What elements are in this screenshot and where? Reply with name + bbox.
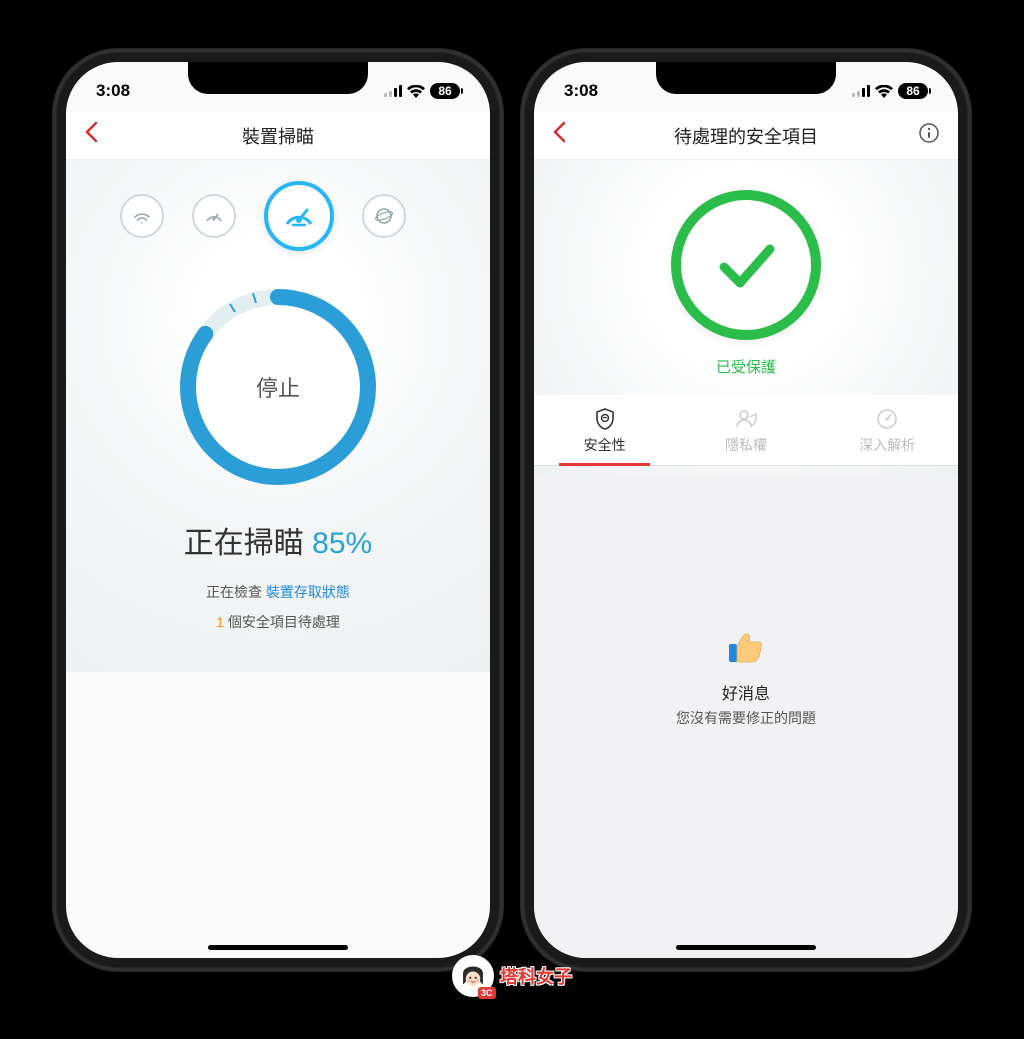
gauge-icon bbox=[817, 407, 958, 431]
good-news-subtitle: 您沒有需要修正的問題 bbox=[534, 708, 958, 728]
tab-analysis[interactable]: 深入解析 bbox=[817, 395, 958, 465]
stop-button-label[interactable]: 停止 bbox=[173, 282, 383, 492]
battery-icon: 86 bbox=[430, 83, 460, 99]
pending-line: 1 個安全項目待處理 bbox=[66, 612, 490, 632]
phone-frame-right: 3:08 86 待處理的安全項目 bbox=[522, 50, 970, 970]
notch bbox=[188, 62, 368, 94]
protected-check-icon bbox=[671, 190, 821, 340]
status-time: 3:08 bbox=[96, 81, 130, 101]
back-button[interactable] bbox=[552, 121, 566, 150]
watermark-badge: 3C bbox=[478, 987, 496, 999]
wifi-icon bbox=[407, 85, 425, 98]
home-indicator[interactable] bbox=[208, 945, 348, 950]
wifi-scan-icon bbox=[120, 194, 164, 238]
nav-bar: 待處理的安全項目 bbox=[534, 112, 958, 160]
thumbs-up-icon bbox=[725, 626, 767, 668]
scan-hero: 停止 正在掃瞄 85% 正在檢查 裝置存取狀態 1 個安全項目待處理 bbox=[66, 160, 490, 672]
status-time: 3:08 bbox=[564, 81, 598, 101]
signal-icon bbox=[852, 85, 870, 97]
scan-status-text: 正在掃瞄 85% bbox=[66, 518, 490, 562]
watermark: 3C 塔科女子 bbox=[452, 955, 572, 997]
back-button[interactable] bbox=[84, 121, 98, 150]
wifi-icon bbox=[875, 85, 893, 98]
info-button[interactable] bbox=[918, 122, 940, 149]
home-indicator[interactable] bbox=[676, 945, 816, 950]
battery-icon: 86 bbox=[898, 83, 928, 99]
nav-bar: 裝置掃瞄 bbox=[66, 112, 490, 160]
protected-label: 已受保護 bbox=[534, 356, 958, 377]
good-news-title: 好消息 bbox=[534, 680, 958, 704]
shield-icon bbox=[534, 407, 675, 431]
checking-line: 正在檢查 裝置存取狀態 bbox=[66, 582, 490, 602]
page-title: 裝置掃瞄 bbox=[242, 123, 314, 149]
scan-category-icons bbox=[66, 180, 490, 252]
gauge-scan-icon bbox=[192, 194, 236, 238]
tab-label: 深入解析 bbox=[817, 435, 958, 455]
watermark-text: 塔科女子 bbox=[500, 963, 572, 989]
tab-privacy[interactable]: 隱私權 bbox=[675, 395, 816, 465]
tab-security[interactable]: 安全性 bbox=[534, 395, 675, 465]
gauge-scan-icon-active bbox=[264, 181, 334, 251]
phone-frame-left: 3:08 86 裝置掃瞄 bbox=[54, 50, 502, 970]
result-hero: 已受保護 安全性 隱私權 bbox=[534, 160, 958, 476]
tabs: 安全性 隱私權 深入解析 bbox=[534, 395, 958, 466]
notch bbox=[656, 62, 836, 94]
result-body: 好消息 您沒有需要修正的問題 bbox=[534, 476, 958, 958]
tab-label: 隱私權 bbox=[675, 435, 816, 455]
tab-label: 安全性 bbox=[534, 435, 675, 455]
scan-progress-ring[interactable]: 停止 bbox=[173, 282, 383, 492]
satellite-scan-icon bbox=[362, 194, 406, 238]
page-title: 待處理的安全項目 bbox=[674, 123, 818, 149]
privacy-icon bbox=[675, 407, 816, 431]
signal-icon bbox=[384, 85, 402, 97]
